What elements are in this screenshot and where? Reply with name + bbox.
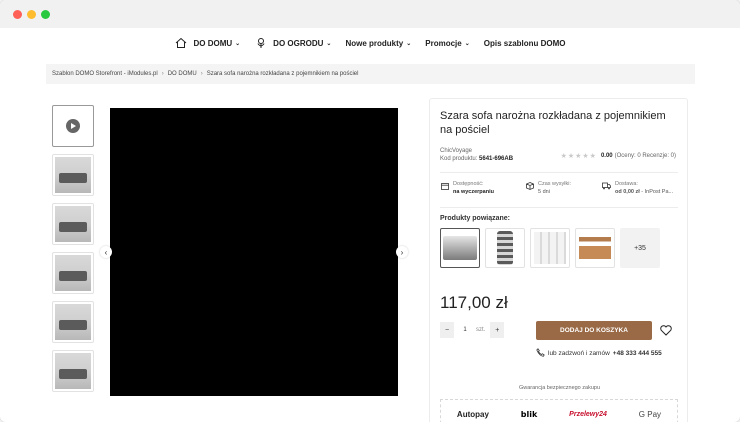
image-thumbnail[interactable]: [52, 203, 94, 245]
breadcrumb-separator: ›: [200, 71, 203, 77]
qty-input[interactable]: 1: [454, 327, 476, 333]
gallery-next-button[interactable]: ›: [396, 246, 408, 258]
divider: [440, 172, 678, 173]
rating-stars-icon: ★★★★★: [560, 153, 597, 160]
product-code-value: 5641-696AB: [479, 156, 514, 162]
nav-item-do-domu[interactable]: DO DOMU ⌄: [174, 36, 240, 50]
minimize-window-button[interactable]: [27, 10, 36, 19]
home-icon: [174, 36, 188, 50]
payment-methods: Autopay blik Przelewy24 G Pay: [440, 399, 678, 422]
chevron-down-icon: ⌄: [464, 40, 470, 47]
sofa-image: [55, 304, 91, 340]
browser-window: DO DOMU ⌄ DO OGRODU ⌄ Nowe produkty ⌄ Pr…: [0, 0, 740, 422]
breadcrumb: Szablon DOMO Storefront - iModules.pl › …: [46, 64, 695, 84]
delivery-label: Dostawa:: [615, 181, 638, 187]
flower-icon: [254, 36, 268, 50]
related-product-desk[interactable]: [575, 228, 615, 268]
nav-label: Opis szablonu DOMO: [483, 38, 566, 48]
shipping-time-value: 5 dni: [538, 189, 550, 195]
divider: [440, 207, 678, 208]
nav-label: DO DOMU: [193, 38, 233, 48]
availability-label: Dostępność:: [453, 181, 484, 187]
product-code-label: Kod produktu:: [440, 156, 478, 162]
product-price: 117,00 zł: [440, 293, 508, 312]
image-thumbnail[interactable]: [52, 301, 94, 343]
qty-increase-button[interactable]: +: [490, 322, 505, 338]
breadcrumb-separator: ›: [161, 71, 164, 77]
google-pay-logo: G Pay: [638, 409, 662, 419]
play-icon: [66, 119, 80, 133]
main-product-media[interactable]: [110, 108, 398, 396]
product-code: Kod produktu: 5641-696AB: [440, 156, 513, 162]
image-thumbnail[interactable]: [52, 252, 94, 294]
curtain-image: [534, 232, 566, 264]
nav-label: Nowe produkty: [345, 38, 404, 48]
nav-label: DO OGRODU: [273, 38, 324, 48]
nav-item-nowe-produkty[interactable]: Nowe produkty ⌄: [345, 39, 411, 48]
delivery-method: - InPost Pa...: [639, 189, 674, 195]
calendar-icon: [440, 181, 449, 190]
breadcrumb-link-home[interactable]: Szablon DOMO Storefront - iModules.pl: [52, 71, 158, 77]
przelewy24-logo: Przelewy24: [569, 410, 607, 418]
close-window-button[interactable]: [13, 10, 22, 19]
rating-value: 0.00: [600, 153, 613, 159]
delivery-price: od 0,00 zł: [615, 189, 640, 195]
desk-image: [579, 237, 611, 259]
sofa-image: [55, 255, 91, 291]
phone-number[interactable]: +48 333 444 555: [613, 350, 662, 357]
delivery-info[interactable]: Dostawa: od 0,00 zł - InPost Pa...: [602, 181, 673, 195]
product-brand[interactable]: ChicVoyage: [440, 148, 472, 154]
related-product-sofa[interactable]: [440, 228, 480, 268]
nav-item-promocje[interactable]: Promocje ⌄: [425, 39, 470, 48]
product-info-panel: Szara sofa narożna rozkładana z pojemnik…: [429, 98, 688, 422]
truck-icon: [602, 181, 611, 190]
related-products-label: Produkty powiązane:: [440, 215, 511, 222]
availability-info: Dostępność: na wyczerpaniu: [440, 181, 494, 195]
rack-image: [497, 231, 513, 265]
maximize-window-button[interactable]: [41, 10, 50, 19]
shipping-time-info: Czas wysyłki: 5 dni: [525, 181, 571, 195]
quantity-stepper: − 1 szt. +: [440, 322, 505, 338]
wishlist-heart-icon[interactable]: [659, 323, 673, 337]
related-product-rack[interactable]: [485, 228, 525, 268]
chevron-down-icon: ⌄: [235, 40, 241, 47]
chevron-down-icon: ⌄: [406, 40, 412, 47]
sofa-image: [443, 236, 477, 260]
gallery-thumbnails: [52, 105, 94, 399]
related-products: +35: [440, 228, 665, 268]
box-icon: [525, 181, 534, 190]
related-more-button[interactable]: +35: [620, 228, 660, 268]
image-thumbnail[interactable]: [52, 350, 94, 392]
video-thumbnail[interactable]: [52, 105, 94, 147]
rating-text: (Oceny: 0 Recenzje: 0): [614, 153, 676, 159]
guarantee-text: Gwarancja bezpiecznego zakupu: [518, 385, 601, 391]
blik-logo: blik: [520, 409, 538, 419]
sofa-image: [55, 206, 91, 242]
image-thumbnail[interactable]: [52, 154, 94, 196]
nav-item-opis-szablonu[interactable]: Opis szablonu DOMO: [484, 39, 566, 48]
chevron-down-icon: ⌄: [326, 40, 332, 47]
phone-order[interactable]: lub zadzwoń i zamów +48 333 444 555: [536, 348, 662, 359]
breadcrumb-current: Szara sofa narożna rozkładana z pojemnik…: [206, 71, 359, 77]
shipping-time-label: Czas wysyłki:: [538, 181, 572, 187]
gallery-prev-button[interactable]: ‹: [100, 246, 112, 258]
main-nav: DO DOMU ⌄ DO OGRODU ⌄ Nowe produkty ⌄ Pr…: [0, 28, 740, 58]
add-to-cart-button[interactable]: DODAJ DO KOSZYKA: [536, 321, 652, 340]
autopay-logo: Autopay: [456, 409, 489, 419]
product-rating[interactable]: ★★★★★ 0.00 (Oceny: 0 Recenzje: 0): [561, 152, 676, 160]
related-product-curtain[interactable]: [530, 228, 570, 268]
sofa-image: [55, 157, 91, 193]
phone-text: lub zadzwoń i zamów: [548, 350, 610, 357]
phone-icon: [536, 348, 545, 359]
breadcrumb-link-category[interactable]: DO DOMU: [168, 71, 197, 77]
sofa-image: [55, 353, 91, 389]
qty-decrease-button[interactable]: −: [440, 322, 454, 338]
qty-unit: szt.: [476, 327, 486, 333]
nav-item-do-ogrodu[interactable]: DO OGRODU ⌄: [254, 36, 331, 50]
title-bar: [0, 0, 740, 28]
nav-label: Promocje: [425, 38, 462, 48]
availability-value: na wyczerpaniu: [453, 189, 494, 195]
product-title: Szara sofa narożna rozkładana z pojemnik…: [440, 110, 666, 136]
